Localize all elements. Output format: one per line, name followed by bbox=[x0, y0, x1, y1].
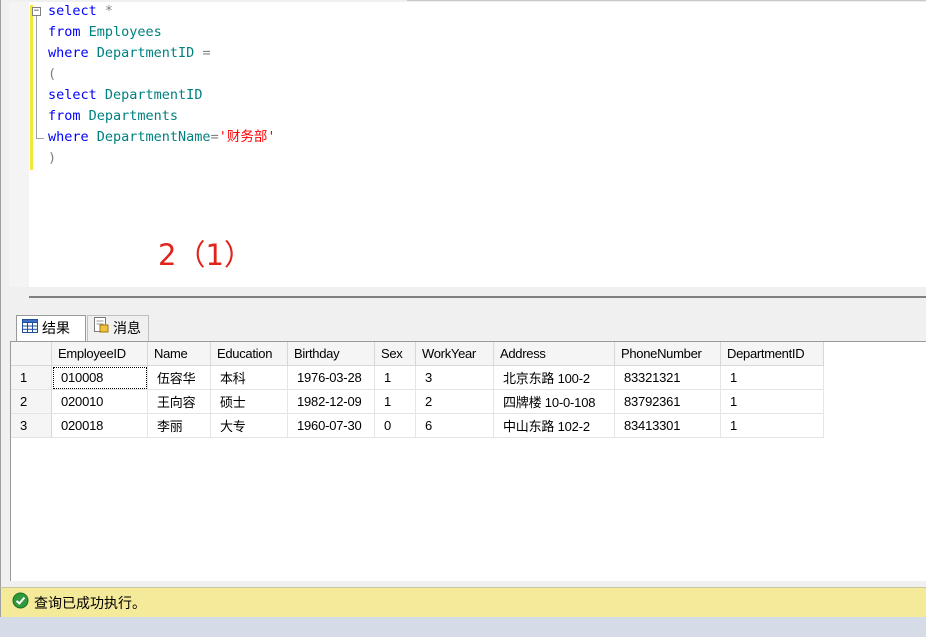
column-header[interactable]: PhoneNumber bbox=[614, 342, 721, 366]
tab-messages[interactable]: 消息 bbox=[87, 315, 149, 341]
window-bottom-strip bbox=[0, 617, 926, 637]
tab-results[interactable]: 结果 bbox=[16, 315, 86, 341]
table-cell[interactable]: 1 bbox=[720, 389, 824, 414]
column-header[interactable]: Address bbox=[493, 342, 615, 366]
tab-results-label: 结果 bbox=[42, 320, 70, 337]
row-number[interactable]: 1 bbox=[11, 365, 52, 390]
fold-end bbox=[36, 138, 44, 139]
pane-splitter[interactable] bbox=[0, 287, 926, 307]
table-cell[interactable]: 3 bbox=[415, 365, 494, 390]
query-editor[interactable]: − select * from Employees where Departme… bbox=[0, 0, 926, 287]
column-header[interactable]: EmployeeID bbox=[51, 342, 148, 366]
code-line-5: select DepartmentID bbox=[48, 87, 203, 103]
code-line-7: where DepartmentName='财务部' bbox=[48, 129, 276, 145]
editor-margin bbox=[9, 2, 29, 287]
table-cell[interactable]: 6 bbox=[415, 413, 494, 438]
table-cell[interactable]: 1976-03-28 bbox=[287, 365, 375, 390]
row-number[interactable]: 3 bbox=[11, 413, 52, 438]
table-cell[interactable]: 83321321 bbox=[614, 365, 721, 390]
table-cell[interactable]: 北京东路 100-2 bbox=[493, 365, 615, 390]
success-check-icon bbox=[12, 592, 29, 613]
row-number[interactable]: 2 bbox=[11, 389, 52, 414]
status-text: 查询已成功执行。 bbox=[34, 595, 146, 612]
table-row[interactable]: 1 010008 伍容华 本科 1976-03-28 1 3 北京东路 100-… bbox=[11, 365, 824, 390]
table-cell[interactable]: 0 bbox=[374, 413, 416, 438]
results-table: EmployeeID Name Education Birthday Sex W… bbox=[11, 342, 824, 438]
message-icon bbox=[93, 316, 109, 341]
tab-messages-label: 消息 bbox=[113, 320, 141, 337]
code-line-2: from Employees bbox=[48, 24, 162, 40]
table-cell[interactable]: 2 bbox=[415, 389, 494, 414]
header-row: EmployeeID Name Education Birthday Sex W… bbox=[11, 342, 824, 366]
table-cell[interactable]: 中山东路 102-2 bbox=[493, 413, 615, 438]
table-cell[interactable]: 本科 bbox=[210, 365, 288, 390]
table-cell[interactable]: 010008 bbox=[51, 365, 148, 390]
table-cell[interactable]: 020010 bbox=[51, 389, 148, 414]
results-grid[interactable]: EmployeeID Name Education Birthday Sex W… bbox=[10, 341, 926, 582]
code-line-1: select * bbox=[48, 3, 114, 19]
table-cell[interactable]: 83413301 bbox=[614, 413, 721, 438]
code-line-3: where DepartmentID = bbox=[48, 45, 211, 61]
table-cell[interactable]: 四牌楼 10-0-108 bbox=[493, 389, 615, 414]
row-number-header bbox=[11, 342, 52, 366]
column-header[interactable]: Name bbox=[147, 342, 211, 366]
collapse-icon[interactable]: − bbox=[32, 7, 41, 16]
column-header[interactable]: Sex bbox=[374, 342, 416, 366]
table-cell[interactable]: 伍容华 bbox=[147, 365, 211, 390]
status-bar: 查询已成功执行。 bbox=[0, 587, 926, 617]
column-header[interactable]: Education bbox=[210, 342, 288, 366]
table-cell[interactable]: 020018 bbox=[51, 413, 148, 438]
annotation-label: 2（1） bbox=[158, 238, 253, 272]
grid-icon bbox=[22, 317, 38, 341]
code-line-6: from Departments bbox=[48, 108, 179, 124]
table-cell[interactable]: 1960-07-30 bbox=[287, 413, 375, 438]
column-header[interactable]: DepartmentID bbox=[720, 342, 824, 366]
change-tracking-bar bbox=[30, 5, 33, 170]
result-tabs: 结果 消息 bbox=[0, 307, 926, 341]
column-header[interactable]: Birthday bbox=[287, 342, 375, 366]
code-line-8: ) bbox=[48, 150, 57, 166]
table-row[interactable]: 2 020010 王向容 硕士 1982-12-09 1 2 四牌楼 10-0-… bbox=[11, 389, 824, 414]
table-row[interactable]: 3 020018 李丽 大专 1960-07-30 0 6 中山东路 102-2… bbox=[11, 413, 824, 438]
column-header[interactable]: WorkYear bbox=[415, 342, 494, 366]
table-cell[interactable]: 李丽 bbox=[147, 413, 211, 438]
table-cell[interactable]: 1 bbox=[374, 389, 416, 414]
table-cell[interactable]: 1 bbox=[374, 365, 416, 390]
table-cell[interactable]: 1982-12-09 bbox=[287, 389, 375, 414]
code-line-4: ( bbox=[48, 66, 57, 82]
table-cell[interactable]: 大专 bbox=[210, 413, 288, 438]
table-cell[interactable]: 1 bbox=[720, 413, 824, 438]
table-cell[interactable]: 硕士 bbox=[210, 389, 288, 414]
table-cell[interactable]: 1 bbox=[720, 365, 824, 390]
table-cell[interactable]: 83792361 bbox=[614, 389, 721, 414]
splitter-line bbox=[29, 296, 926, 298]
fold-line bbox=[36, 16, 37, 139]
editor-top-border bbox=[407, 0, 926, 1]
table-cell[interactable]: 王向容 bbox=[147, 389, 211, 414]
